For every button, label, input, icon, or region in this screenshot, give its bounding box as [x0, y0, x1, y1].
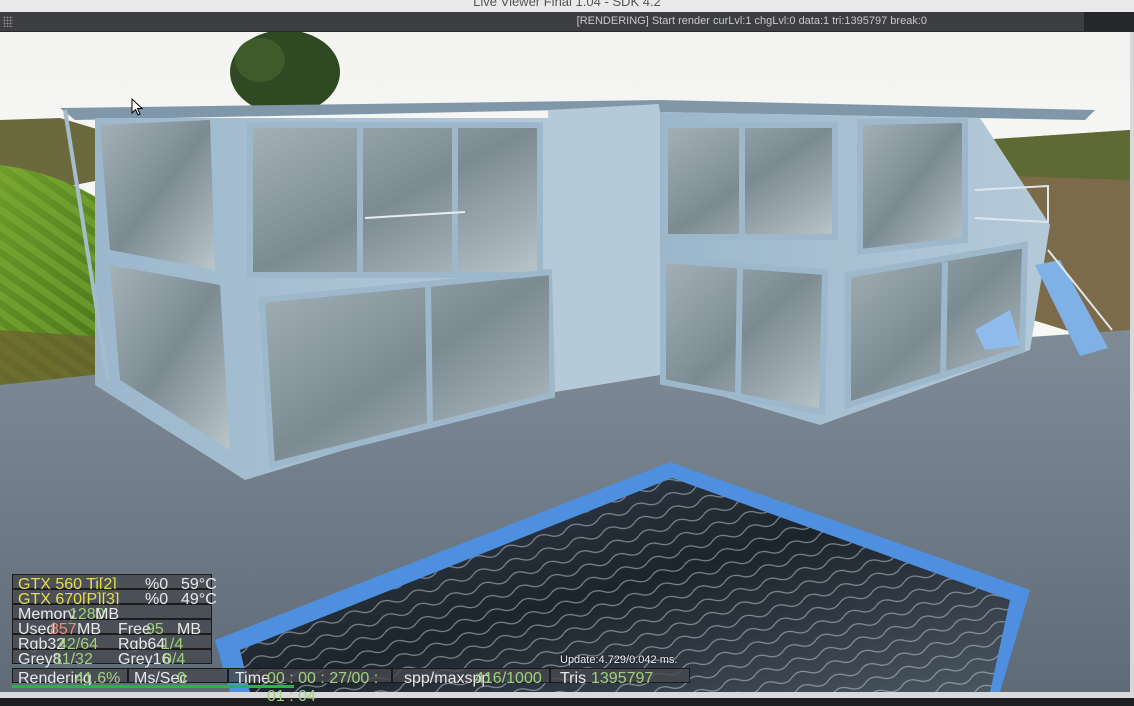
- rendering-box: Rendering 41.6%: [12, 668, 128, 687]
- gpu-row-1: GTX 560 Ti[2] %0 59°C: [12, 574, 217, 593]
- time-box: Time 00 : 00 : 27/00 : 01 : 04: [228, 668, 392, 705]
- ms-sec-box: Ms/Sec 0: [128, 668, 228, 687]
- spp-value: 416/1000: [475, 670, 542, 687]
- tris-value: 1395797: [591, 670, 654, 687]
- tris-label: Tris: [560, 670, 587, 687]
- grey8-value: 11/32: [54, 651, 93, 668]
- tris-box: Tris 1395797: [550, 668, 690, 687]
- update-timing: Update:4.729/0.042 ms.: [560, 654, 678, 666]
- mouse-cursor-icon: [131, 98, 143, 116]
- status-bar-end: [1084, 12, 1134, 31]
- grey-row: Grey8 11/32 Grey16 0/4: [12, 649, 212, 668]
- time-value: 00 : 00 : 27/00 : 01 : 04: [267, 670, 379, 705]
- window-titlebar: Live Viewer Final 1.04 - SDK 4.2: [0, 0, 1134, 12]
- drag-grip-icon[interactable]: [3, 16, 13, 27]
- grey16-value: 0/4: [163, 651, 186, 668]
- rgb-row: Rgb32 42/64 Rgb64 1/4: [12, 634, 212, 653]
- viewport-bottom-edge: [0, 692, 1134, 698]
- render-status-text: [RENDERING] Start render curLvl:1 chgLvl…: [576, 15, 927, 27]
- window-title: Live Viewer Final 1.04 - SDK 4.2: [473, 0, 661, 9]
- render-status-bar: [RENDERING] Start render curLvl:1 chgLvl…: [0, 12, 1134, 32]
- gpu-row-2: GTX 670[P][3] %0 49°C: [12, 589, 217, 608]
- used-free-row: Used 857 MB Free 95 MB: [12, 619, 212, 638]
- spp-box: spp/maxspp 416/1000: [392, 668, 550, 687]
- render-progress-bar: [12, 685, 294, 688]
- memory-row: Memory 1280 MB: [12, 604, 212, 623]
- viewport-right-edge: [1130, 32, 1134, 698]
